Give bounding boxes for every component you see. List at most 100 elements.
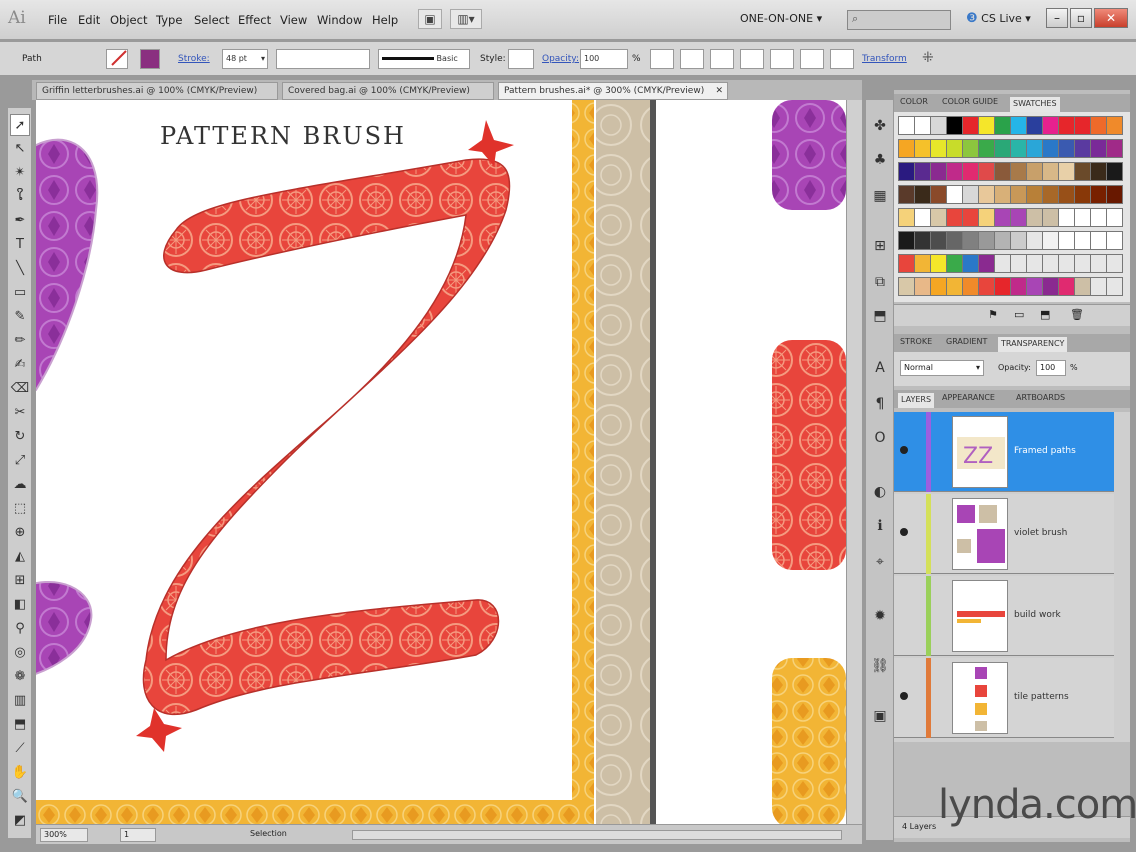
status-text[interactable]: Selection — [250, 829, 287, 838]
color-swatch[interactable] — [978, 277, 995, 296]
magic-wand-tool-icon[interactable]: ✴ — [10, 162, 30, 184]
color-swatch[interactable] — [1026, 231, 1043, 250]
color-swatch[interactable] — [1106, 277, 1123, 296]
artboard-tool-icon[interactable]: ⬒ — [10, 714, 30, 736]
color-swatch[interactable] — [930, 254, 947, 273]
color-swatch[interactable] — [1010, 162, 1027, 181]
pathfinder-icon[interactable]: ⧉ — [870, 272, 890, 292]
direct-selection-tool-icon[interactable]: ↖ — [10, 138, 30, 160]
stroke-label[interactable]: Stroke: — [178, 54, 210, 64]
color-swatch[interactable] — [978, 116, 995, 135]
free-transform-tool-icon[interactable]: ⬚ — [10, 498, 30, 520]
symbol-sprayer-tool-icon[interactable]: ❁ — [10, 666, 30, 688]
color-swatch[interactable] — [914, 208, 931, 227]
menu-view[interactable]: View — [280, 13, 307, 27]
tab-covered-bag[interactable]: Covered bag.ai @ 100% (CMYK/Preview) — [282, 82, 494, 100]
opacity-label[interactable]: Opacity: — [542, 54, 579, 64]
visibility-eye-icon[interactable] — [900, 446, 908, 454]
color-swatch[interactable] — [1010, 208, 1027, 227]
menu-window[interactable]: Window — [317, 13, 362, 27]
color-swatch[interactable] — [1058, 208, 1075, 227]
symbols-icon[interactable]: ♣ — [870, 150, 890, 170]
color-swatch[interactable] — [930, 139, 947, 158]
color-swatch[interactable] — [978, 208, 995, 227]
color-swatch[interactable] — [1026, 139, 1043, 158]
tab-swatches[interactable]: SWATCHES — [1010, 97, 1060, 112]
color-swatch[interactable] — [1106, 185, 1123, 204]
workspace-switcher[interactable]: ONE-ON-ONE ▾ — [740, 12, 822, 25]
lasso-tool-icon[interactable]: ໃ — [10, 186, 30, 208]
color-swatch[interactable] — [978, 231, 995, 250]
color-swatch[interactable] — [1042, 139, 1059, 158]
artboard-canvas[interactable]: PATTERN BRUSH — [36, 100, 846, 824]
layer-row-tile-patterns[interactable]: tile patterns — [894, 658, 1114, 738]
menu-select[interactable]: Select — [194, 13, 229, 27]
color-swatch[interactable] — [1074, 254, 1091, 273]
color-swatch[interactable] — [1042, 162, 1059, 181]
document-info-icon[interactable]: ℹ — [870, 516, 890, 536]
color-swatch[interactable] — [1026, 185, 1043, 204]
pen-tool-icon[interactable]: ✒ — [10, 210, 30, 232]
color-swatch[interactable] — [946, 254, 963, 273]
delete-swatch-icon[interactable]: 🗑 — [1070, 308, 1084, 321]
menu-file[interactable]: File — [48, 13, 67, 27]
color-swatch[interactable] — [994, 254, 1011, 273]
color-swatch[interactable] — [1106, 231, 1123, 250]
bridge-icon[interactable]: ▣ — [418, 9, 442, 29]
color-swatch[interactable] — [898, 139, 915, 158]
stroke-swatch[interactable] — [140, 49, 160, 69]
color-swatch[interactable] — [946, 185, 963, 204]
new-color-group-icon[interactable]: ▭ — [1014, 308, 1024, 321]
color-swatch[interactable] — [1042, 231, 1059, 250]
rectangle-tool-icon[interactable]: ▭ — [10, 282, 30, 304]
close-button[interactable]: ✕ — [1094, 8, 1128, 28]
color-swatch[interactable] — [1058, 162, 1075, 181]
vertical-scrollbar[interactable] — [846, 100, 862, 824]
color-swatch[interactable] — [1090, 139, 1107, 158]
perspective-grid-tool-icon[interactable]: ◭ — [10, 546, 30, 568]
select-similar-button[interactable] — [800, 49, 824, 69]
visibility-eye-icon[interactable] — [900, 528, 908, 536]
warp-tool-icon[interactable]: ☁ — [10, 474, 30, 496]
mesh-tool-icon[interactable]: ⊞ — [10, 570, 30, 592]
layer-row-framed-paths[interactable]: ZZ Framed paths — [894, 412, 1114, 492]
maximize-button[interactable]: ▫ — [1070, 8, 1092, 28]
color-swatch[interactable] — [1090, 185, 1107, 204]
tab-gradient[interactable]: GRADIENT — [946, 337, 987, 346]
color-swatch[interactable] — [1090, 254, 1107, 273]
hand-tool-icon[interactable]: ✋ — [10, 762, 30, 784]
blend-mode-select[interactable]: Normal ▾ — [900, 360, 984, 376]
color-swatch[interactable] — [1042, 208, 1059, 227]
line-tool-icon[interactable]: ╲ — [10, 258, 30, 280]
color-swatch[interactable] — [930, 185, 947, 204]
tab-transparency[interactable]: TRANSPARENCY — [998, 337, 1068, 352]
tab-stroke[interactable]: STROKE — [900, 337, 932, 346]
color-swatch[interactable] — [930, 277, 947, 296]
color-swatch[interactable] — [994, 185, 1011, 204]
tab-griffin-letterbrushes[interactable]: Griffin letterbrushes.ai @ 100% (CMYK/Pr… — [36, 82, 278, 100]
tab-color[interactable]: COLOR — [900, 97, 928, 106]
color-swatch[interactable] — [1010, 139, 1027, 158]
zoom-field[interactable]: 300% — [40, 828, 88, 842]
color-swatch[interactable] — [1042, 277, 1059, 296]
visibility-eye-icon[interactable] — [900, 692, 908, 700]
cs-live-menu[interactable]: ❸ CS Live ▾ — [966, 11, 1031, 26]
color-swatch[interactable] — [978, 254, 995, 273]
color-swatch[interactable] — [1026, 277, 1043, 296]
horizontal-scrollbar[interactable] — [352, 830, 842, 840]
color-swatch[interactable] — [1090, 231, 1107, 250]
close-tab-icon[interactable]: ✕ — [715, 83, 723, 99]
graphic-styles-icon[interactable]: ▦ — [870, 186, 890, 206]
search-input[interactable]: ⌕ — [847, 10, 951, 30]
color-swatch[interactable] — [962, 116, 979, 135]
color-swatch[interactable] — [1074, 116, 1091, 135]
tab-pattern-brushes[interactable]: Pattern brushes.ai* @ 300% (CMYK/Preview… — [498, 82, 728, 100]
brushes-icon[interactable]: ✤ — [870, 116, 890, 136]
distribute-button[interactable] — [830, 49, 854, 69]
color-swatch[interactable] — [898, 277, 915, 296]
color-swatch[interactable] — [1074, 139, 1091, 158]
color-swatch[interactable] — [978, 185, 995, 204]
links-icon[interactable]: ⛓ — [870, 656, 890, 676]
color-swatch[interactable] — [994, 231, 1011, 250]
color-swatch[interactable] — [994, 116, 1011, 135]
